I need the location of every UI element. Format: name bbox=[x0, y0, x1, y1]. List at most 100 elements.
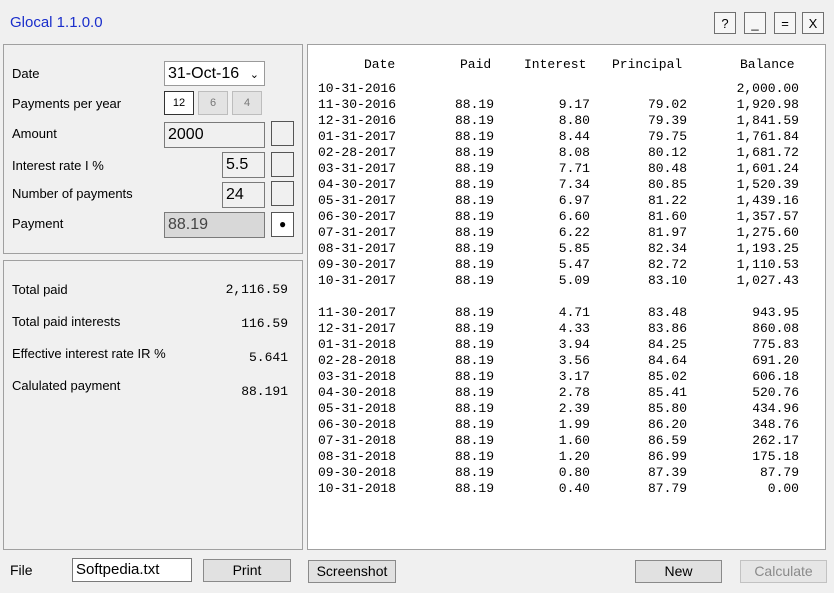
cell-paid: 88.19 bbox=[454, 177, 494, 192]
cell-interest: 2.39 bbox=[558, 401, 590, 416]
table-row: 08-31-2018 88.19 1.20 86.99 175.18 bbox=[308, 449, 825, 465]
cell-paid: 88.19 bbox=[454, 353, 494, 368]
cell-principal: 86.59 bbox=[647, 433, 687, 448]
cell-interest: 8.08 bbox=[558, 145, 590, 160]
summary-panel bbox=[3, 260, 303, 550]
cell-date: 05-31-2017 bbox=[318, 193, 397, 208]
ppy-option-6[interactable]: 6 bbox=[198, 91, 228, 115]
cell-date: 04-30-2017 bbox=[318, 177, 397, 192]
cell-balance: 691.20 bbox=[752, 353, 799, 368]
num-payments-select-box[interactable] bbox=[271, 181, 294, 206]
cell-date: 07-31-2017 bbox=[318, 225, 397, 240]
cell-interest: 0.40 bbox=[558, 481, 590, 496]
rate-input[interactable]: 5.5 bbox=[222, 152, 265, 178]
payment-select-box[interactable]: ● bbox=[271, 212, 294, 237]
cell-date: 06-30-2018 bbox=[318, 417, 397, 432]
header-balance: Balance bbox=[740, 57, 795, 72]
table-row: 06-30-2018 88.19 1.99 86.20 348.76 bbox=[308, 417, 825, 433]
cell-interest: 5.09 bbox=[558, 273, 590, 288]
new-button[interactable]: New bbox=[635, 560, 722, 583]
cell-principal: 79.75 bbox=[647, 129, 687, 144]
ppy-label: Payments per year bbox=[12, 96, 122, 111]
table-row: 11-30-2016 88.19 9.17 79.02 1,920.98 bbox=[308, 97, 825, 113]
date-label: Date bbox=[12, 66, 40, 81]
cell-paid: 88.19 bbox=[454, 161, 494, 176]
scrollbar[interactable] bbox=[826, 44, 834, 550]
cell-date: 11-30-2017 bbox=[318, 305, 397, 320]
minimize-button[interactable]: _ bbox=[744, 12, 766, 34]
cell-balance: 262.17 bbox=[752, 433, 799, 448]
cell-paid: 88.19 bbox=[454, 417, 494, 432]
cell-date: 01-31-2017 bbox=[318, 129, 397, 144]
screenshot-button[interactable]: Screenshot bbox=[308, 560, 396, 583]
header-interest: Interest bbox=[524, 57, 587, 72]
cell-principal: 79.39 bbox=[647, 113, 687, 128]
close-button[interactable]: X bbox=[802, 12, 824, 34]
chevron-down-icon: ⌄ bbox=[249, 69, 259, 81]
cell-balance: 0.00 bbox=[767, 481, 799, 496]
file-input[interactable]: Softpedia.txt bbox=[72, 558, 192, 582]
cell-date: 10-31-2016 bbox=[318, 81, 397, 96]
cell-balance: 1,520.39 bbox=[736, 177, 799, 192]
date-value: 31-Oct-16 bbox=[168, 65, 240, 82]
cell-date: 03-31-2017 bbox=[318, 161, 397, 176]
cell-paid: 88.19 bbox=[454, 481, 494, 496]
cell-principal: 81.60 bbox=[647, 209, 687, 224]
table-row: 06-30-2017 88.19 6.60 81.60 1,357.57 bbox=[308, 209, 825, 225]
amount-label: Amount bbox=[12, 126, 57, 141]
cell-principal: 80.48 bbox=[647, 161, 687, 176]
cell-interest: 8.80 bbox=[558, 113, 590, 128]
table-row bbox=[308, 289, 825, 305]
table-row: 09-30-2017 88.19 5.47 82.72 1,110.53 bbox=[308, 257, 825, 273]
help-button[interactable]: ? bbox=[714, 12, 736, 34]
table-row: 05-31-2018 88.19 2.39 85.80 434.96 bbox=[308, 401, 825, 417]
cell-principal: 83.86 bbox=[647, 321, 687, 336]
ppy-option-4[interactable]: 4 bbox=[232, 91, 262, 115]
cell-paid: 88.19 bbox=[454, 385, 494, 400]
cell-principal: 86.20 bbox=[647, 417, 687, 432]
cell-principal: 80.12 bbox=[647, 145, 687, 160]
cell-paid: 88.19 bbox=[454, 337, 494, 352]
cell-date: 05-31-2018 bbox=[318, 401, 397, 416]
amount-select-box[interactable] bbox=[271, 121, 294, 146]
cell-paid: 88.19 bbox=[454, 449, 494, 464]
ppy-option-12[interactable]: 12 bbox=[164, 91, 194, 115]
maximize-button[interactable]: = bbox=[774, 12, 796, 34]
total-paid-label: Total paid bbox=[12, 282, 68, 297]
date-picker[interactable]: 31-Oct-16 ⌄ bbox=[164, 61, 265, 86]
table-row: 02-28-2018 88.19 3.56 84.64 691.20 bbox=[308, 353, 825, 369]
amortization-table: Date Paid Interest Principal Balance 10-… bbox=[307, 44, 826, 550]
cell-paid: 88.19 bbox=[454, 209, 494, 224]
cell-interest: 5.47 bbox=[558, 257, 590, 272]
calculated-payment-label: Calulated payment bbox=[12, 378, 121, 393]
cell-balance: 943.95 bbox=[752, 305, 799, 320]
total-paid-value: 2,116.59 bbox=[225, 282, 288, 297]
cell-interest: 2.78 bbox=[558, 385, 590, 400]
cell-interest: 5.85 bbox=[558, 241, 590, 256]
cell-date: 09-30-2018 bbox=[318, 465, 397, 480]
file-label: File bbox=[10, 562, 33, 578]
cell-balance: 175.18 bbox=[752, 449, 799, 464]
calculate-button[interactable]: Calculate bbox=[740, 560, 827, 583]
cell-date: 09-30-2017 bbox=[318, 257, 397, 272]
cell-date: 08-31-2018 bbox=[318, 449, 397, 464]
cell-balance: 1,357.57 bbox=[736, 209, 799, 224]
cell-principal: 81.97 bbox=[647, 225, 687, 240]
table-row: 12-31-2017 88.19 4.33 83.86 860.08 bbox=[308, 321, 825, 337]
table-row: 10-31-2018 88.19 0.40 87.79 0.00 bbox=[308, 481, 825, 497]
cell-interest: 0.80 bbox=[558, 465, 590, 480]
amount-input[interactable]: 2000 bbox=[164, 122, 265, 148]
cell-principal: 79.02 bbox=[647, 97, 687, 112]
rate-select-box[interactable] bbox=[271, 152, 294, 177]
selected-dot-icon: ● bbox=[279, 217, 287, 231]
effective-rate-value: 5.641 bbox=[248, 350, 288, 365]
cell-date: 12-31-2017 bbox=[318, 321, 397, 336]
cell-paid: 88.19 bbox=[454, 369, 494, 384]
num-payments-input[interactable]: 24 bbox=[222, 182, 265, 208]
cell-paid: 88.19 bbox=[454, 273, 494, 288]
table-row: 05-31-2017 88.19 6.97 81.22 1,439.16 bbox=[308, 193, 825, 209]
cell-paid: 88.19 bbox=[454, 305, 494, 320]
table-row: 03-31-2017 88.19 7.71 80.48 1,601.24 bbox=[308, 161, 825, 177]
print-button[interactable]: Print bbox=[203, 559, 291, 582]
cell-interest: 7.71 bbox=[558, 161, 590, 176]
